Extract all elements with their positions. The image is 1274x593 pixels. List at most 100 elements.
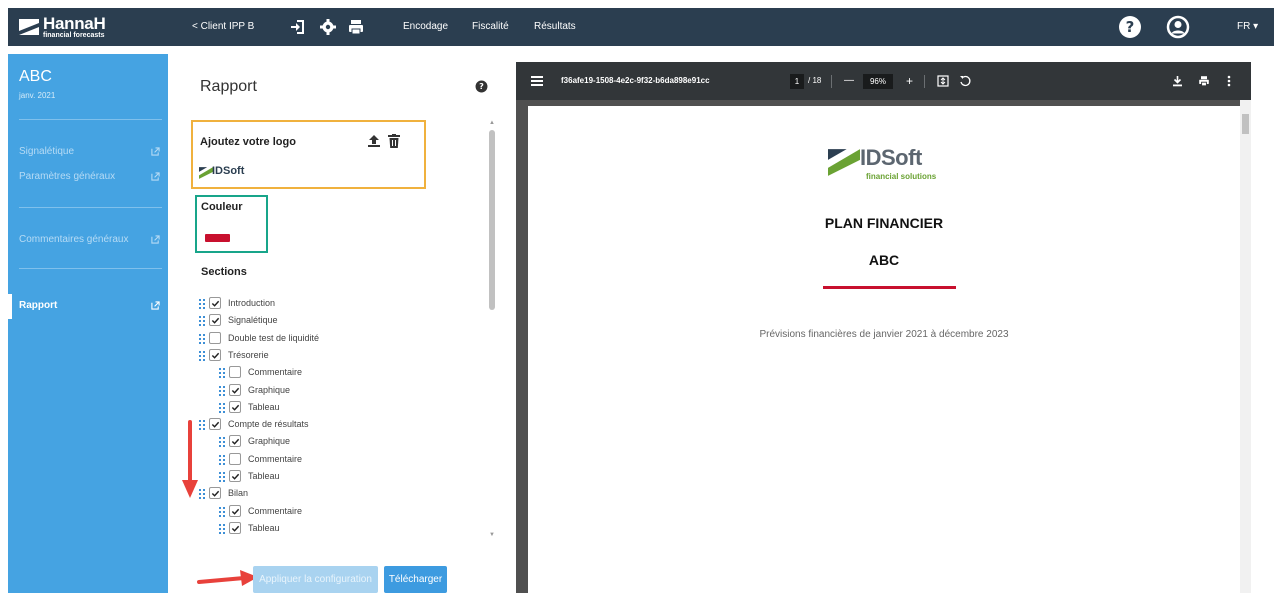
sidebar-item-signaletique[interactable]: Signalétique xyxy=(19,146,162,162)
back-to-client-link[interactable]: < Client IPP B xyxy=(192,8,254,46)
svg-text:?: ? xyxy=(479,81,484,91)
section-checkbox[interactable] xyxy=(229,384,241,396)
section-checkbox[interactable] xyxy=(229,401,241,413)
logo-preview: IDSoft xyxy=(199,165,259,181)
scrollbar-thumb[interactable] xyxy=(489,130,495,310)
zoom-in-button[interactable]: + xyxy=(906,62,913,100)
checkmark-icon xyxy=(231,473,240,480)
subsection-row[interactable]: Tableau xyxy=(219,401,469,415)
fit-page-icon[interactable] xyxy=(937,75,949,87)
menu-icon[interactable] xyxy=(531,76,543,86)
color-section-label: Couleur xyxy=(201,201,243,213)
sidebar-divider xyxy=(19,268,162,269)
nav-resultats[interactable]: Résultats xyxy=(534,8,576,46)
drag-handle-icon[interactable] xyxy=(219,368,225,378)
page-total: / 18 xyxy=(808,76,822,85)
drag-handle-icon[interactable] xyxy=(219,507,225,517)
help-icon[interactable]: ? xyxy=(475,80,488,93)
subsection-row[interactable]: Commentaire xyxy=(219,366,469,380)
subsection-row[interactable]: Commentaire xyxy=(219,505,469,519)
language-selector[interactable]: FR ▾ xyxy=(1237,8,1258,46)
scroll-down-arrow[interactable]: ▼ xyxy=(489,532,495,538)
nav-fiscalite[interactable]: Fiscalité xyxy=(472,8,509,46)
logo-section-label: Ajoutez votre logo xyxy=(200,136,296,148)
user-icon[interactable] xyxy=(1166,15,1190,39)
idsoft-logo-mark-icon xyxy=(199,167,213,179)
section-row[interactable]: Introduction xyxy=(199,297,449,311)
drag-handle-icon[interactable] xyxy=(219,437,225,447)
drag-handle-icon[interactable] xyxy=(199,351,205,361)
subsection-row[interactable]: Tableau xyxy=(219,470,469,484)
subsection-row[interactable]: Graphique xyxy=(219,384,469,398)
color-swatch[interactable] xyxy=(205,234,230,242)
section-checkbox[interactable] xyxy=(209,297,221,309)
drag-handle-icon[interactable] xyxy=(199,299,205,309)
page-number-input[interactable]: 1 xyxy=(790,74,804,89)
section-row[interactable]: Trésorerie xyxy=(199,349,449,363)
drag-handle-icon[interactable] xyxy=(219,455,225,465)
checkmark-icon xyxy=(231,387,240,394)
print-icon[interactable] xyxy=(346,17,366,37)
section-checkbox[interactable] xyxy=(209,487,221,499)
subsection-row[interactable]: Tableau xyxy=(219,522,469,536)
help-icon[interactable]: ? xyxy=(1118,15,1142,39)
section-checkbox[interactable] xyxy=(209,332,221,344)
gear-icon[interactable] xyxy=(318,17,338,37)
section-checkbox[interactable] xyxy=(229,470,241,482)
section-label: Trésorerie xyxy=(228,350,269,360)
app-logo[interactable]: HannaH financial forecasts xyxy=(17,14,127,42)
download-button[interactable]: Télécharger xyxy=(384,566,447,593)
section-row[interactable]: Bilan xyxy=(199,487,449,501)
scrollbar-thumb[interactable] xyxy=(1242,114,1249,134)
login-icon[interactable] xyxy=(288,17,308,37)
apply-configuration-button[interactable]: Appliquer la configuration xyxy=(253,566,378,593)
sidebar-item-label: Paramètres généraux xyxy=(19,171,116,182)
sections-scrollbar[interactable]: ▲ ▼ xyxy=(486,118,497,542)
section-checkbox[interactable] xyxy=(209,349,221,361)
upload-icon[interactable] xyxy=(367,134,381,153)
section-row[interactable]: Signalétique xyxy=(199,314,449,328)
section-checkbox[interactable] xyxy=(229,522,241,534)
rotate-icon[interactable] xyxy=(959,75,971,87)
drag-handle-icon[interactable] xyxy=(219,403,225,413)
section-label: Bilan xyxy=(228,488,249,498)
sidebar-item-parametres-generaux[interactable]: Paramètres généraux xyxy=(19,171,162,187)
external-link-icon xyxy=(151,301,160,310)
sidebar-item-label: Signalétique xyxy=(19,146,75,157)
sidebar-item-commentaires-generaux[interactable]: Commentaires généraux xyxy=(19,234,162,250)
drag-handle-icon[interactable] xyxy=(219,386,225,396)
download-icon[interactable] xyxy=(1172,75,1183,87)
drag-handle-icon[interactable] xyxy=(219,472,225,482)
section-checkbox[interactable] xyxy=(209,314,221,326)
scroll-up-arrow[interactable]: ▲ xyxy=(489,120,495,126)
sidebar-item-rapport[interactable]: Rapport xyxy=(19,300,162,316)
pdf-filename: f36afe19-1508-4e2c-9f32-b6da898e91cc xyxy=(561,76,710,85)
pdf-scrollbar[interactable] xyxy=(1240,100,1251,593)
section-row[interactable]: Compte de résultats xyxy=(199,418,449,432)
trash-icon[interactable] xyxy=(388,134,400,153)
drag-handle-icon[interactable] xyxy=(199,316,205,326)
section-label: Compte de résultats xyxy=(228,419,309,429)
section-checkbox[interactable] xyxy=(229,505,241,517)
svg-text:?: ? xyxy=(1126,18,1135,36)
section-checkbox[interactable] xyxy=(229,435,241,447)
drag-handle-icon[interactable] xyxy=(219,524,225,534)
zoom-out-button[interactable]: — xyxy=(844,62,854,100)
subsection-row[interactable]: Graphique xyxy=(219,435,469,449)
nav-encodage[interactable]: Encodage xyxy=(403,8,448,46)
more-options-icon[interactable] xyxy=(1227,75,1231,87)
section-checkbox[interactable] xyxy=(229,453,241,465)
document-subtitle: Prévisions financières de janvier 2021 à… xyxy=(759,329,1009,340)
section-checkbox[interactable] xyxy=(229,366,241,378)
section-checkbox[interactable] xyxy=(209,418,221,430)
section-label: Signalétique xyxy=(228,315,278,325)
print-icon[interactable] xyxy=(1198,75,1210,87)
document-logo-name: IDSoft xyxy=(860,145,922,170)
section-row[interactable]: Double test de liquidité xyxy=(199,332,449,346)
annotation-arrow-down-icon xyxy=(182,420,198,498)
subsection-row[interactable]: Commentaire xyxy=(219,453,469,467)
drag-handle-icon[interactable] xyxy=(199,334,205,344)
section-label: Graphique xyxy=(248,436,291,446)
zoom-level-input[interactable]: 96% xyxy=(863,74,893,89)
sidebar-item-label: Rapport xyxy=(19,300,58,311)
